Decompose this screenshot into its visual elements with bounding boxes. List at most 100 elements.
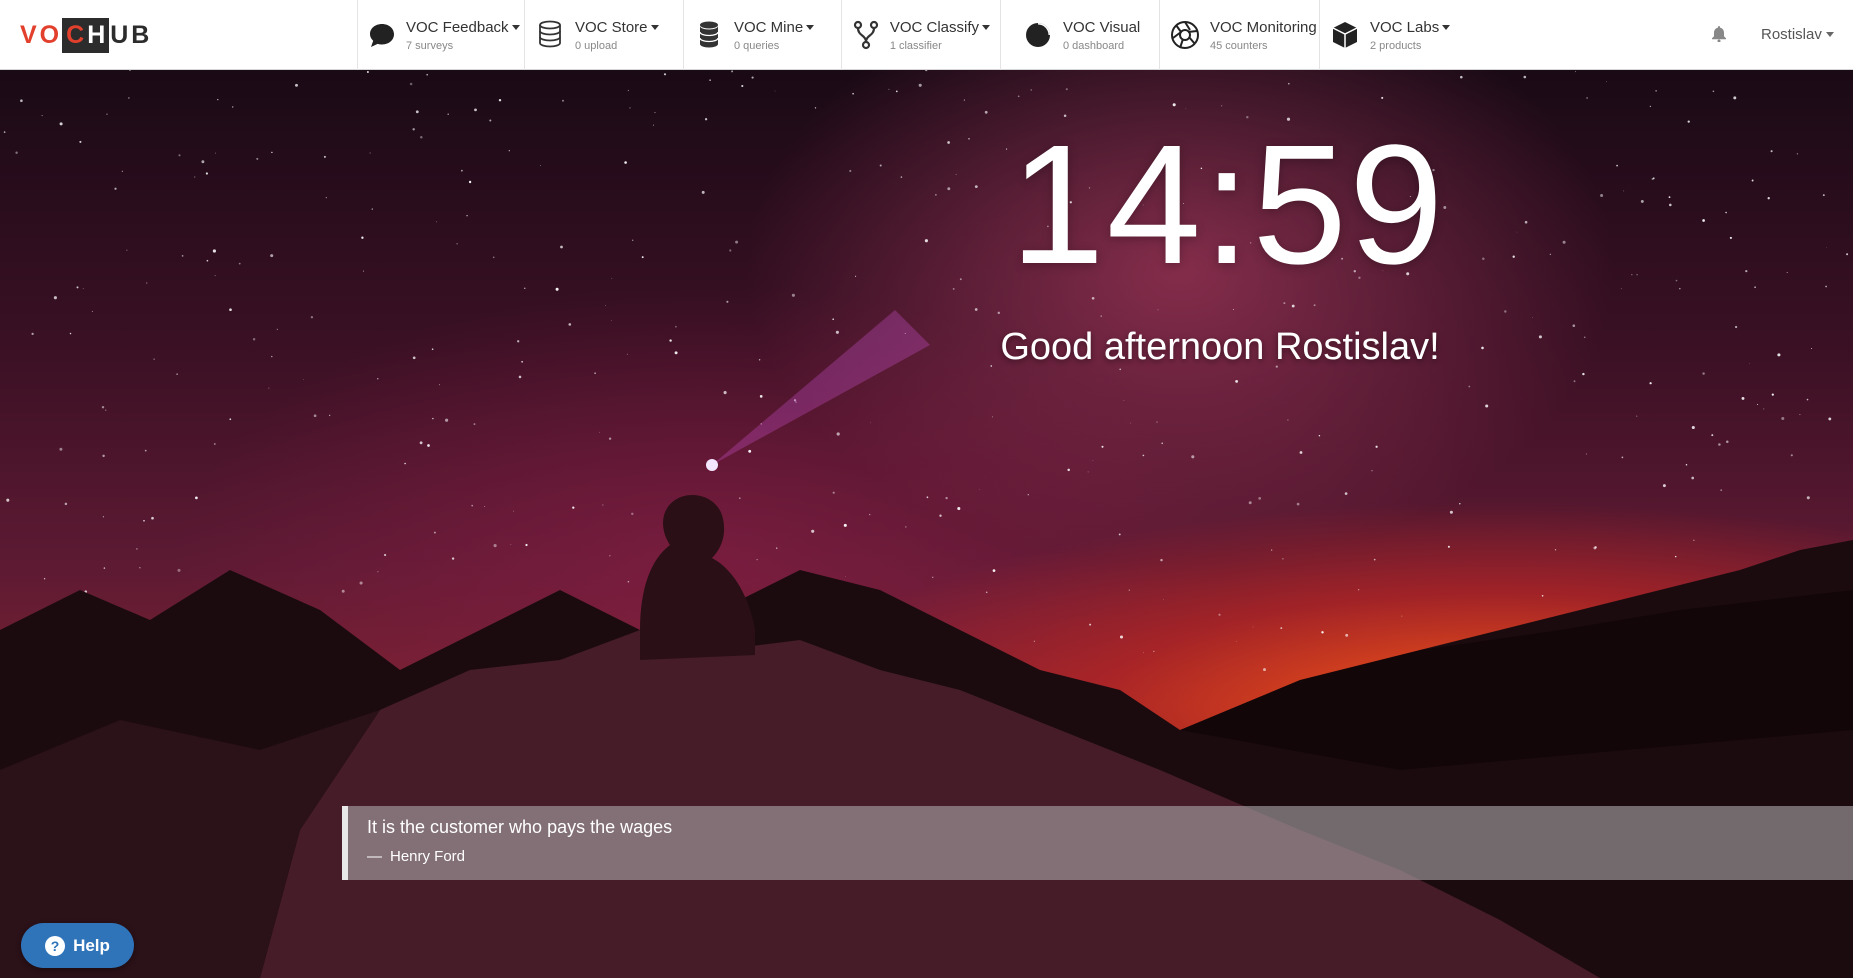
star (1123, 399, 1125, 401)
star (1185, 108, 1187, 109)
star (1087, 471, 1089, 473)
star (366, 71, 369, 73)
star (466, 214, 468, 217)
star (855, 275, 857, 277)
star (489, 119, 492, 122)
star (1232, 309, 1234, 310)
star (181, 255, 184, 257)
nav-item-voc-classify[interactable]: VOC Classify 1 classifier (841, 0, 1000, 70)
star (1459, 502, 1461, 505)
star (602, 504, 604, 506)
star (1172, 103, 1176, 107)
star (176, 373, 178, 375)
help-button[interactable]: ? Help (21, 923, 134, 968)
star (492, 256, 495, 259)
nav-item-voc-monitoring[interactable]: VOC Monitoring 45 counters (1159, 0, 1319, 70)
star (1770, 150, 1773, 153)
star (195, 496, 198, 500)
star (1538, 335, 1542, 339)
star (843, 523, 847, 527)
nav-subtitle: 0 queries (734, 39, 780, 52)
nav-item-voc-mine[interactable]: VOC Mine 0 queries (683, 0, 841, 70)
star (412, 128, 415, 131)
star (268, 387, 270, 389)
star (726, 300, 729, 303)
vochub-logo[interactable]: VO CH UB (20, 17, 152, 53)
star (985, 591, 988, 594)
star (1128, 589, 1130, 591)
star (568, 323, 572, 326)
star (627, 580, 630, 583)
star (445, 418, 449, 422)
star (947, 141, 950, 144)
star (811, 529, 815, 533)
star (1655, 90, 1657, 92)
bell-icon[interactable] (1712, 26, 1726, 43)
nav-item-voc-store[interactable]: VOC Store 0 upload (524, 0, 683, 70)
database-cylinder-icon (694, 20, 724, 50)
star (723, 391, 727, 395)
star (1585, 453, 1588, 455)
star (456, 243, 458, 245)
star (143, 519, 145, 522)
star (1263, 668, 1266, 672)
star (1790, 454, 1793, 457)
star (53, 296, 57, 300)
star (1130, 422, 1132, 424)
star (1668, 196, 1671, 198)
star (974, 185, 978, 188)
nav-item-voc-feedback[interactable]: VOC Feedback 7 surveys (357, 0, 524, 70)
star (832, 491, 835, 494)
star (1725, 211, 1727, 214)
star (1027, 493, 1030, 496)
star (1554, 549, 1557, 551)
star (1846, 253, 1849, 256)
star (1067, 468, 1070, 472)
star (1296, 502, 1300, 506)
product-nav: VOC Feedback 7 surveys VOC Store 0 uploa… (357, 0, 1459, 70)
nav-text: VOC Classify 1 classifier (890, 19, 990, 52)
star (1777, 353, 1781, 357)
star (1575, 71, 1577, 73)
star (1583, 336, 1586, 339)
star (731, 70, 734, 73)
star (1006, 148, 1008, 150)
star (663, 73, 667, 76)
star (508, 150, 510, 152)
star (918, 83, 922, 87)
star (1726, 440, 1729, 443)
star (323, 155, 326, 158)
star (433, 531, 436, 534)
star (674, 351, 678, 355)
user-menu[interactable]: Rostislav (1761, 26, 1834, 43)
star (957, 506, 961, 511)
star (1806, 496, 1810, 500)
star (106, 113, 108, 115)
logo-part-vo: VO (20, 20, 63, 49)
star (832, 318, 835, 321)
star (1157, 309, 1159, 311)
star (604, 305, 606, 306)
star (229, 308, 232, 312)
star (20, 99, 23, 102)
quote-dash: — (367, 848, 382, 865)
star (1221, 105, 1223, 107)
star (1631, 274, 1633, 276)
star (895, 90, 898, 93)
nav-item-voc-visual[interactable]: VOC Visual 0 dashboard (1000, 0, 1159, 70)
star (1621, 456, 1624, 459)
star (215, 152, 217, 154)
nav-title: VOC Labs (1370, 19, 1451, 36)
star (1313, 304, 1316, 307)
star (704, 118, 708, 121)
star (383, 553, 387, 557)
nav-subtitle: 0 upload (575, 39, 618, 52)
star (276, 328, 278, 330)
nav-item-voc-labs[interactable]: VOC Labs 2 products (1319, 0, 1459, 70)
star (206, 259, 209, 262)
star (1271, 549, 1273, 551)
star (751, 76, 754, 79)
star (3, 131, 6, 133)
star (484, 506, 486, 507)
star (103, 567, 106, 569)
